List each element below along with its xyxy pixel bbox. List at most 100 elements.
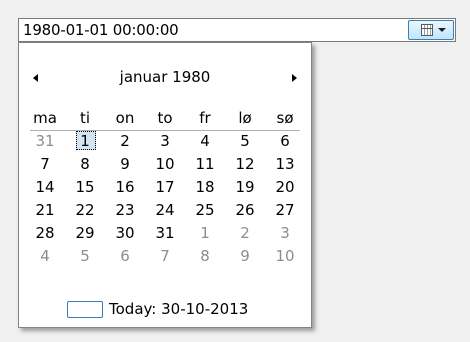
calendar-day[interactable]: 18: [185, 176, 225, 199]
calendar-week-row: 21 22 23 24 25 26 27: [25, 199, 307, 222]
calendar-day[interactable]: 13: [265, 153, 305, 176]
calendar-day[interactable]: 6: [105, 245, 145, 268]
datetime-picker[interactable]: 1980-01-01 00:00:00: [18, 18, 456, 42]
day-number: 1: [200, 224, 210, 242]
day-number: 29: [75, 224, 95, 242]
calendar-day[interactable]: 10: [265, 245, 305, 268]
weekday-label: fr: [199, 109, 211, 127]
calendar-day[interactable]: 20: [265, 176, 305, 199]
day-number: 2: [240, 224, 250, 242]
calendar-day[interactable]: 7: [25, 153, 65, 176]
datetime-picker-window: 1980-01-01 00:00:00 januar 1980 ma ti on to…: [0, 0, 470, 342]
calendar-day[interactable]: 27: [265, 199, 305, 222]
calendar-day[interactable]: 2: [105, 130, 145, 153]
calendar-week-row: 7 8 9 10 11 12 13: [25, 153, 307, 176]
calendar-day-selected[interactable]: 1: [65, 130, 105, 153]
next-month-icon[interactable]: [292, 74, 297, 82]
day-number: 21: [35, 201, 55, 219]
calendar-day[interactable]: 9: [225, 245, 265, 268]
calendar-day[interactable]: 16: [105, 176, 145, 199]
calendar-week-row: 31 1 2 3 4 5 6: [25, 130, 307, 153]
day-number: 20: [275, 178, 295, 196]
calendar-day[interactable]: 2: [225, 222, 265, 245]
day-number: 19: [235, 178, 255, 196]
day-number: 17: [155, 178, 175, 196]
day-number: 11: [195, 155, 215, 173]
calendar-day[interactable]: 25: [185, 199, 225, 222]
calendar-day[interactable]: 8: [65, 153, 105, 176]
day-number: 7: [160, 247, 170, 265]
day-number: 10: [275, 247, 295, 265]
day-number: 1: [80, 132, 90, 150]
weekday-divider: [30, 130, 300, 131]
calendar-day[interactable]: 4: [185, 130, 225, 153]
calendar-grid: ma ti on to fr lø sø 31 1 2 3 4 5 6 7 8 9 10 11 12 13 14 15 16…: [25, 107, 307, 268]
calendar-day[interactable]: 23: [105, 199, 145, 222]
day-number: 23: [115, 201, 135, 219]
calendar-day[interactable]: 19: [225, 176, 265, 199]
today-link[interactable]: Today: 30-10-2013: [67, 299, 248, 319]
weekday-label: ti: [79, 109, 91, 127]
calendar-week-row: 4 5 6 7 8 9 10: [25, 245, 307, 268]
calendar-day[interactable]: 26: [225, 199, 265, 222]
calendar-day[interactable]: 14: [25, 176, 65, 199]
day-number: 24: [155, 201, 175, 219]
calendar-day[interactable]: 28: [25, 222, 65, 245]
day-number: 2: [120, 132, 130, 150]
day-number: 10: [155, 155, 175, 173]
calendar-day[interactable]: 3: [145, 130, 185, 153]
calendar-day[interactable]: 4: [25, 245, 65, 268]
day-number: 31: [155, 224, 175, 242]
day-number: 30: [115, 224, 135, 242]
calendar-week-row: 28 29 30 31 1 2 3: [25, 222, 307, 245]
calendar-day[interactable]: 6: [265, 130, 305, 153]
day-number: 22: [75, 201, 95, 219]
calendar-day[interactable]: 9: [105, 153, 145, 176]
day-number: 8: [200, 247, 210, 265]
calendar-day[interactable]: 7: [145, 245, 185, 268]
calendar-day[interactable]: 30: [105, 222, 145, 245]
day-number: 3: [160, 132, 170, 150]
calendar-day[interactable]: 3: [265, 222, 305, 245]
calendar-day[interactable]: 31: [25, 130, 65, 153]
day-number: 16: [115, 178, 135, 196]
day-number: 12: [235, 155, 255, 173]
calendar-day[interactable]: 5: [65, 245, 105, 268]
datetime-value[interactable]: 1980-01-01 00:00:00: [23, 21, 179, 39]
calendar-day[interactable]: 22: [65, 199, 105, 222]
today-label: Today: 30-10-2013: [109, 300, 249, 318]
calendar-day[interactable]: 21: [25, 199, 65, 222]
calendar-week-row: 14 15 16 17 18 19 20: [25, 176, 307, 199]
day-number: 3: [280, 224, 290, 242]
weekday-label: sø: [276, 109, 294, 127]
day-number: 6: [280, 132, 290, 150]
calendar-day[interactable]: 29: [65, 222, 105, 245]
month-title[interactable]: januar 1980: [19, 67, 311, 87]
chevron-down-icon: [438, 28, 446, 32]
day-number: 31: [35, 132, 55, 150]
calendar-day[interactable]: 15: [65, 176, 105, 199]
calendar-dropdown: januar 1980 ma ti on to fr lø sø 31 1 2 3 4 5 6 7 8 9 10…: [18, 42, 312, 328]
weekday-label: on: [115, 109, 135, 127]
calendar-day[interactable]: 17: [145, 176, 185, 199]
weekday-label: ma: [33, 109, 57, 127]
calendar-day[interactable]: 24: [145, 199, 185, 222]
calendar-day[interactable]: 8: [185, 245, 225, 268]
day-number: 7: [40, 155, 50, 173]
calendar-day[interactable]: 31: [145, 222, 185, 245]
weekday-label: lø: [238, 109, 252, 127]
day-number: 25: [195, 201, 215, 219]
calendar-day[interactable]: 12: [225, 153, 265, 176]
calendar-dropdown-button[interactable]: [408, 20, 454, 40]
day-number: 15: [75, 178, 95, 196]
day-number: 28: [35, 224, 55, 242]
day-number: 18: [195, 178, 215, 196]
calendar-day[interactable]: 10: [145, 153, 185, 176]
day-number: 4: [40, 247, 50, 265]
calendar-day[interactable]: 11: [185, 153, 225, 176]
calendar-day[interactable]: 5: [225, 130, 265, 153]
weekday-header-row: ma ti on to fr lø sø: [25, 107, 307, 130]
day-number: 13: [275, 155, 295, 173]
calendar-day[interactable]: 1: [185, 222, 225, 245]
day-number: 5: [80, 247, 90, 265]
